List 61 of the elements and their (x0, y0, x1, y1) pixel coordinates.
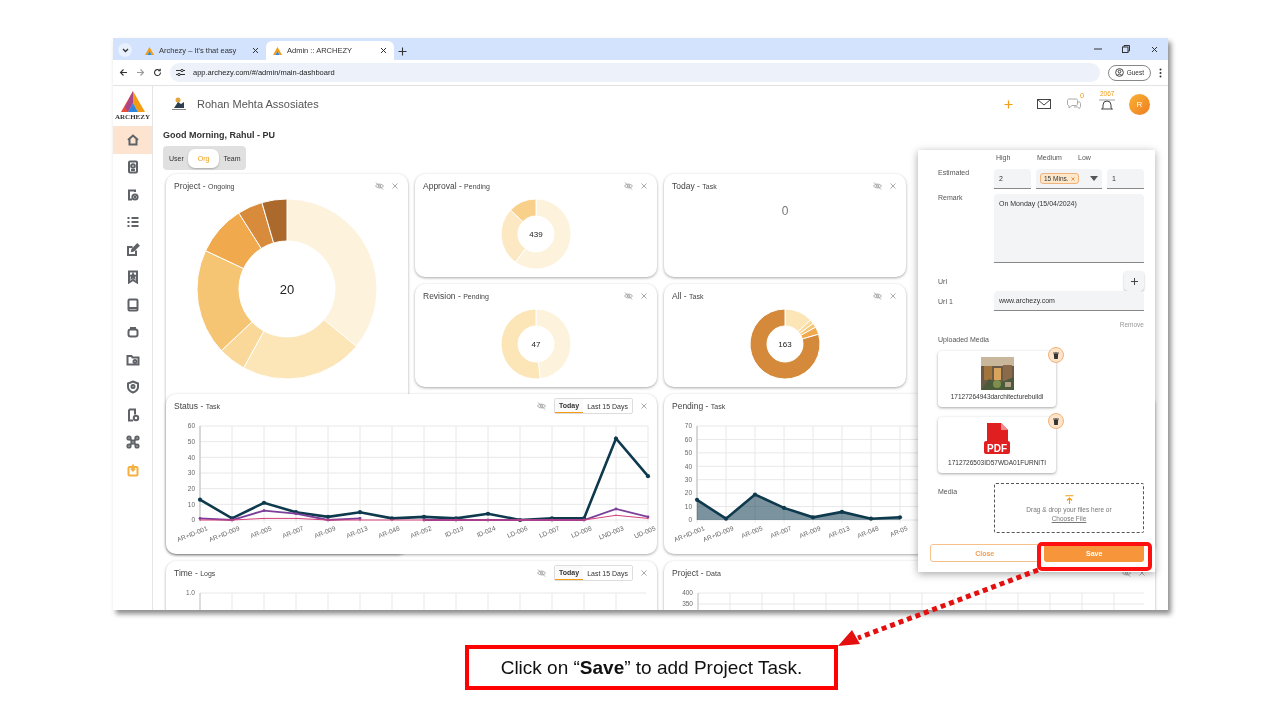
eye-off-icon (624, 182, 633, 190)
minimize-icon (1094, 48, 1102, 50)
tune-icon (176, 69, 185, 76)
bell-icon (1099, 98, 1115, 110)
eye-off-icon (537, 569, 547, 577)
close-icon (641, 183, 647, 189)
forward-arrow-icon (136, 68, 145, 77)
close-icon[interactable] (380, 47, 387, 54)
chart-total: 163 (778, 340, 792, 349)
mail-icon (1037, 99, 1051, 109)
back-button[interactable] (119, 68, 128, 77)
trash-icon (1053, 417, 1059, 425)
delete-button[interactable] (1048, 347, 1064, 363)
chart-total: 20 (279, 281, 295, 297)
logo-icon (273, 46, 282, 55)
greeting-text: Good Morning, Rahul - PU (163, 129, 276, 141)
close-icon[interactable] (252, 47, 259, 54)
upload-icon (1064, 494, 1074, 504)
app-logo-icon (120, 91, 145, 112)
company-logo-icon (171, 97, 187, 111)
close-icon (890, 293, 896, 299)
eye-off-icon (375, 182, 384, 190)
new-tab-button[interactable] (398, 47, 407, 56)
donut-slice (500, 308, 541, 380)
eye-off-icon (873, 182, 882, 190)
close-icon (1150, 45, 1158, 53)
chevron-down-icon (121, 47, 129, 53)
restore-icon (1122, 45, 1130, 53)
delete-button[interactable] (1048, 413, 1064, 429)
tab-search-button[interactable] (118, 43, 132, 57)
menu-button[interactable] (1159, 67, 1162, 78)
close-icon (641, 293, 647, 299)
back-arrow-icon (119, 68, 128, 77)
eye-off-icon (537, 402, 547, 410)
chart-total: 439 (529, 230, 543, 239)
plus-icon (398, 47, 407, 56)
close-icon (890, 183, 896, 189)
eye-off-icon (624, 292, 633, 300)
sidebar-item[interactable] (113, 126, 152, 154)
caret-icon (1090, 176, 1098, 181)
notification-button[interactable] (1099, 98, 1115, 110)
chat-icon (1067, 98, 1081, 110)
plus-icon (1130, 277, 1138, 285)
task-count: 0 (781, 204, 789, 218)
company-name: Rohan Mehta Assosiates (197, 98, 319, 110)
reload-icon (153, 68, 162, 77)
forward-button[interactable] (136, 68, 145, 77)
add-url-button[interactable] (1124, 271, 1144, 291)
plus-icon (1004, 99, 1013, 109)
logo-icon (145, 46, 154, 55)
person-icon (1114, 68, 1124, 77)
eye-off-icon (873, 292, 882, 300)
callout-box: Click on “Save” to add Project Task. (465, 645, 838, 690)
kebab-menu-icon (1159, 67, 1162, 78)
trash-icon (1053, 351, 1059, 359)
mail-button[interactable] (1037, 99, 1051, 109)
reload-button[interactable] (153, 68, 162, 77)
close-icon (641, 403, 647, 409)
chart-total: 47 (531, 340, 541, 349)
close-icon (392, 183, 398, 189)
close-icon (641, 570, 647, 576)
